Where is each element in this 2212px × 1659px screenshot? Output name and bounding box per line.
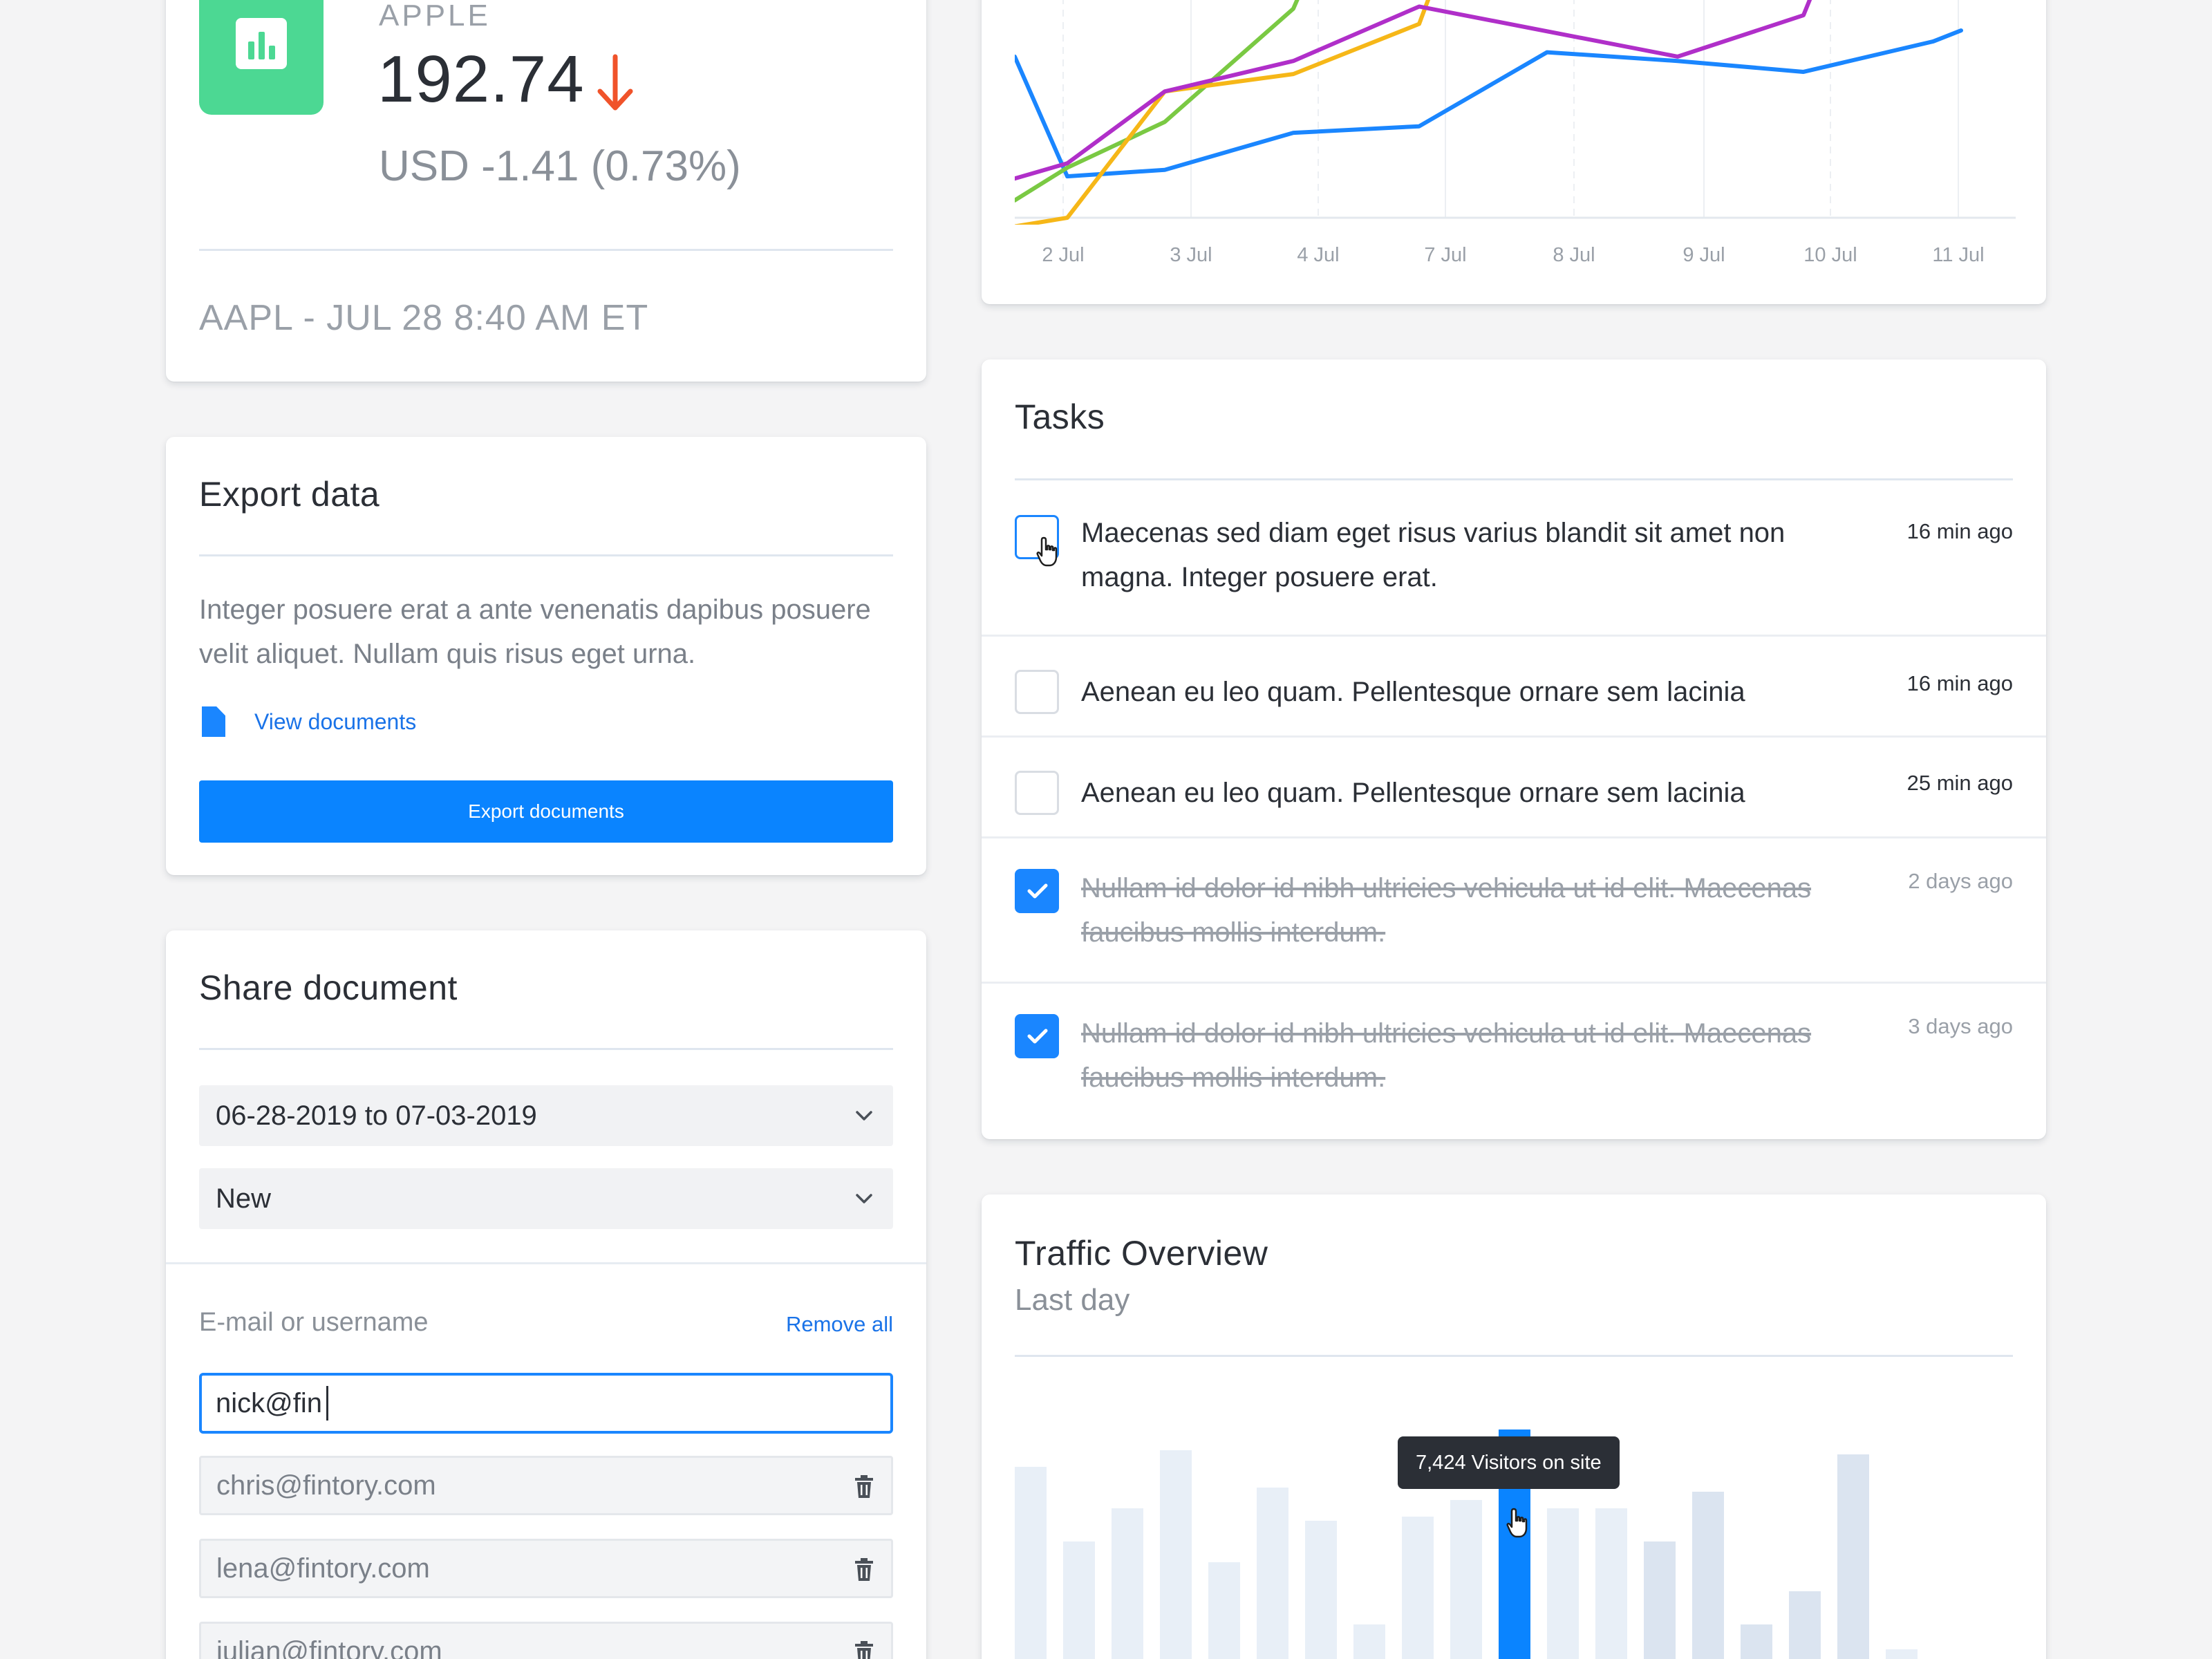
traffic-card: Traffic Overview Last day 7,424 Visitors…: [982, 1194, 2046, 1659]
view-documents-label[interactable]: View documents: [254, 709, 416, 735]
bar[interactable]: [1160, 1450, 1192, 1659]
task-item: Aenean eu leo quam. Pellentesque ornare …: [982, 637, 2046, 738]
bar[interactable]: [1886, 1649, 1918, 1659]
card-title: Export data: [199, 475, 380, 514]
x-tick-label: 2 Jul: [1042, 244, 1084, 266]
email-chip: julian@fintory.com: [199, 1622, 893, 1659]
bar[interactable]: [1305, 1521, 1337, 1659]
email-chip-label: lena@fintory.com: [216, 1553, 430, 1584]
stock-price: 192.74: [377, 42, 585, 116]
task-time: 25 min ago: [1906, 771, 2013, 795]
email-chip-label: julian@fintory.com: [216, 1635, 442, 1659]
stock-card: APPLE 192.74 USD -1.41 (0.73%) AAPL - JU…: [166, 0, 926, 382]
bar[interactable]: [1595, 1508, 1627, 1659]
share-card: Share document 06-28-2019 to 07-03-2019 …: [166, 930, 926, 1659]
task-time: 16 min ago: [1906, 671, 2013, 695]
bar[interactable]: [1112, 1508, 1143, 1659]
chart-tooltip: 7,424 Visitors on site: [1398, 1436, 1620, 1489]
divider: [199, 249, 893, 251]
divider: [199, 1048, 893, 1050]
trash-icon[interactable]: [854, 1640, 874, 1659]
date-range-value: 06-28-2019 to 07-03-2019: [216, 1100, 537, 1131]
export-description: Integer posuere erat a ante venenatis da…: [199, 594, 871, 669]
card-title: Share document: [199, 968, 458, 1007]
task-checkbox[interactable]: [1015, 670, 1059, 714]
x-tick-label: 3 Jul: [1170, 244, 1212, 266]
card-title: Tasks: [1015, 397, 1105, 436]
task-checkbox-checked[interactable]: [1015, 869, 1059, 913]
task-text: Maecenas sed diam eget risus varius blan…: [1081, 518, 1785, 592]
export-card: Export data Integer posuere erat a ante …: [166, 437, 926, 875]
date-range-select[interactable]: 06-28-2019 to 07-03-2019: [199, 1085, 893, 1146]
task-checkbox[interactable]: [1015, 771, 1059, 815]
trash-icon[interactable]: [854, 1474, 874, 1499]
line-chart: 2 Jul 3 Jul 4 Jul 7 Jul 8 Jul 9 Jul 10 Jul 11 J…: [1015, 0, 2016, 266]
task-item: Nullam id dolor id nibh ultricies vehicu…: [982, 838, 2046, 984]
export-documents-button[interactable]: Export documents: [199, 780, 893, 843]
bar[interactable]: [1741, 1624, 1772, 1659]
x-tick-label: 7 Jul: [1424, 244, 1466, 266]
stock-change: USD -1.41 (0.73%): [379, 142, 741, 190]
remove-all-link[interactable]: Remove all: [786, 1312, 893, 1337]
bar[interactable]: [1837, 1454, 1869, 1659]
task-text: Aenean eu leo quam. Pellentesque ornare …: [1081, 677, 1745, 707]
task-text: Aenean eu leo quam. Pellentesque ornare …: [1081, 778, 1745, 808]
email-field-label: E-mail or username: [199, 1308, 429, 1337]
task-text: Nullam id dolor id nibh ultricies vehicu…: [1081, 873, 1812, 948]
task-checkbox-checked[interactable]: [1015, 1014, 1059, 1058]
line-chart-card: 2 Jul 3 Jul 4 Jul 7 Jul 8 Jul 9 Jul 10 Jul 11 J…: [982, 0, 2046, 304]
text-caret: [326, 1386, 328, 1421]
bar-chart-icon: [199, 0, 324, 115]
bar[interactable]: [1015, 1467, 1047, 1659]
x-tick-label: 4 Jul: [1297, 244, 1339, 266]
chevron-down-icon: [856, 1194, 872, 1203]
task-time: 2 days ago: [1908, 869, 2013, 893]
hand-cursor-icon: [1506, 1508, 1528, 1538]
email-input-value: nick@fin: [216, 1387, 322, 1418]
x-tick-label: 8 Jul: [1553, 244, 1595, 266]
task-item: Maecenas sed diam eget risus varius blan…: [982, 480, 2046, 637]
view-documents-link[interactable]: View documents: [199, 702, 416, 741]
bar[interactable]: [1257, 1488, 1288, 1659]
divider: [166, 1262, 926, 1264]
task-item: Nullam id dolor id nibh ultricies vehicu…: [982, 984, 2046, 1129]
checkmark-icon: [1027, 883, 1048, 899]
tasks-card: Tasks Maecenas sed diam eget risus variu…: [982, 359, 2046, 1139]
bar[interactable]: [1789, 1591, 1821, 1659]
status-value: New: [216, 1183, 272, 1214]
bar[interactable]: [1353, 1624, 1385, 1659]
x-tick-label: 10 Jul: [1803, 244, 1857, 266]
email-chip-label: chris@fintory.com: [216, 1470, 436, 1501]
bar[interactable]: [1208, 1562, 1240, 1659]
bar[interactable]: [1450, 1500, 1482, 1659]
email-chip: chris@fintory.com: [199, 1456, 893, 1515]
email-input[interactable]: nick@fin: [199, 1373, 893, 1434]
task-item: Aenean eu leo quam. Pellentesque ornare …: [982, 738, 2046, 838]
checkmark-icon: [1027, 1029, 1048, 1044]
chevron-down-icon: [856, 1111, 872, 1121]
stock-timestamp: AAPL - JUL 28 8:40 AM ET: [199, 298, 649, 338]
x-tick-label: 11 Jul: [1932, 244, 1984, 266]
divider: [199, 554, 893, 556]
hand-cursor-icon: [1036, 536, 1058, 567]
traffic-bar-chart: [1015, 1430, 1918, 1659]
bar[interactable]: [1692, 1492, 1724, 1659]
task-time: 16 min ago: [1906, 519, 2013, 543]
document-icon: [202, 706, 225, 737]
trash-icon[interactable]: [854, 1557, 874, 1582]
bar[interactable]: [1402, 1517, 1434, 1659]
task-text: Nullam id dolor id nibh ultricies vehicu…: [1081, 1018, 1812, 1093]
x-tick-label: 9 Jul: [1683, 244, 1725, 266]
bar[interactable]: [1063, 1541, 1095, 1659]
email-chip: lena@fintory.com: [199, 1539, 893, 1598]
task-time: 3 days ago: [1908, 1014, 2013, 1038]
line-series: [1015, 0, 1431, 225]
status-select[interactable]: New: [199, 1168, 893, 1229]
bar[interactable]: [1644, 1541, 1676, 1659]
arrow-down-icon: [597, 54, 633, 111]
line-series: [1015, 0, 1812, 181]
bar[interactable]: [1547, 1508, 1579, 1659]
stock-company: APPLE: [379, 0, 491, 32]
